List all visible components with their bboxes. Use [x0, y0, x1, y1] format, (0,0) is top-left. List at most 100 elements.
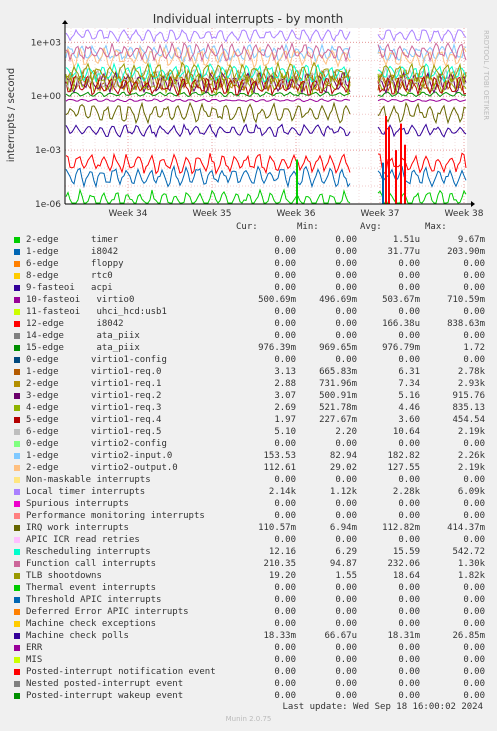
legend-cur-value: 0.00	[274, 667, 296, 677]
legend-row: Nested posted-interrupt event 0.00 0.00 0.0…	[0, 678, 497, 690]
legend-max-value: 2.26k	[457, 451, 485, 461]
legend-label: Rescheduling interrupts	[26, 547, 151, 557]
legend-avg-value: 15.59	[392, 547, 420, 557]
x-tick-label: Week 37	[361, 209, 400, 219]
legend-cur-value: 112.61	[263, 463, 296, 473]
legend-cur-value: 0.00	[274, 259, 296, 269]
legend-avg-value: 503.67m	[382, 295, 420, 305]
legend-min-value: 1.12k	[329, 487, 357, 497]
legend-row: 0-edge virtio2-config 0.00 0.00 0.00 0.00	[0, 438, 497, 450]
legend-avg-value: 18.64	[392, 571, 420, 581]
legend-avg-value: 5.16	[398, 391, 420, 401]
legend-min-value: 6.94m	[329, 523, 357, 533]
legend-swatch	[14, 657, 20, 663]
legend-label: 9-fasteoi acpi	[26, 283, 113, 293]
legend-row: 1-edge virtio1-req.0 3.13 665.83m 6.31 2.78k	[0, 366, 497, 378]
legend-row: Posted-interrupt wakeup event 0.00 0.00 0.0…	[0, 690, 497, 702]
legend-cur-value: 3.07	[274, 391, 296, 401]
legend-swatch	[14, 369, 20, 375]
legend-cur-value: 2.69	[274, 403, 296, 413]
legend-max-value: 414.37m	[447, 523, 485, 533]
legend-cur-value: 0.00	[274, 319, 296, 329]
legend-swatch	[14, 501, 20, 507]
legend-swatch	[14, 321, 20, 327]
legend-row: Spurious interrupts 0.00 0.00 0.00 0.00	[0, 498, 497, 510]
legend-max-value: 0.00	[463, 535, 485, 545]
legend-avg-value: 112.82m	[382, 523, 420, 533]
legend-cur-value: 0.00	[274, 535, 296, 545]
legend-row: TLB shootdowns 19.20 1.55 18.64 1.82k	[0, 570, 497, 582]
legend-label: Machine check polls	[26, 631, 129, 641]
legend-max-value: 0.00	[463, 655, 485, 665]
legend-row: 15-edge ata_piix 976.39m 969.65m 976.79m 1.7…	[0, 342, 497, 354]
legend-cur-value: 0.00	[274, 619, 296, 629]
legend-swatch	[14, 477, 20, 483]
legend-min-value: 0.00	[335, 619, 357, 629]
legend-avg-value: 0.00	[398, 643, 420, 653]
legend-min-value: 29.02	[329, 463, 357, 473]
legend-row: 6-edge virtio1-req.5 5.10 2.20 10.64 2.19k	[0, 426, 497, 438]
legend-row: Deferred Error APIC interrupts 0.00 0.00 0.…	[0, 606, 497, 618]
legend-label: Non-maskable interrupts	[26, 475, 151, 485]
legend-max-value: 0.00	[463, 583, 485, 593]
legend-max-value: 0.00	[463, 691, 485, 701]
header-min: Min:	[297, 222, 319, 232]
legend-avg-value: 0.00	[398, 499, 420, 509]
legend-label: IRQ work interrupts	[26, 523, 129, 533]
legend-label: 6-edge virtio1-req.5	[26, 427, 162, 437]
legend-swatch	[14, 417, 20, 423]
legend-min-value: 0.00	[335, 679, 357, 689]
legend-avg-value: 3.60	[398, 415, 420, 425]
legend-min-value: 0.00	[335, 499, 357, 509]
rrdtool-side-label: RRDTOOL / TOBI OETIKER	[482, 30, 490, 120]
legend-swatch	[14, 237, 20, 243]
legend-label: Function call interrupts	[26, 559, 157, 569]
legend-max-value: 915.76	[452, 391, 485, 401]
legend-label: Performance monitoring interrupts	[26, 511, 205, 521]
legend-cur-value: 2.88	[274, 379, 296, 389]
legend-swatch	[14, 357, 20, 363]
legend-cur-value: 0.00	[274, 439, 296, 449]
legend-min-value: 969.65m	[319, 343, 357, 353]
legend-max-value: 0.00	[463, 667, 485, 677]
legend-row: Performance monitoring interrupts 0.00 0.0…	[0, 510, 497, 522]
legend-row: Machine check polls 18.33m 66.67u 18.31m 26.…	[0, 630, 497, 642]
legend-avg-value: 4.46	[398, 403, 420, 413]
x-tick-label: Week 36	[277, 209, 316, 219]
legend-min-value: 227.67m	[319, 415, 357, 425]
legend-swatch	[14, 309, 20, 315]
legend-min-value: 496.69m	[319, 295, 357, 305]
legend-avg-value: 0.00	[398, 439, 420, 449]
legend-label: Deferred Error APIC interrupts	[26, 607, 189, 617]
legend-swatch	[14, 297, 20, 303]
legend-min-value: 500.91m	[319, 391, 357, 401]
legend-row: 1-edge i8042 0.00 0.00 31.77u 203.90m	[0, 246, 497, 258]
legend-max-value: 1.82k	[457, 571, 485, 581]
header-avg: Avg:	[360, 222, 382, 232]
legend-avg-value: 0.00	[398, 355, 420, 365]
legend-min-value: 665.83m	[319, 367, 357, 377]
legend-min-value: 0.00	[335, 331, 357, 341]
legend-cur-value: 0.00	[274, 355, 296, 365]
legend-swatch	[14, 393, 20, 399]
legend-swatch	[14, 333, 20, 339]
y-tick-label: 1e-03	[35, 146, 61, 156]
legend-cur-value: 0.00	[274, 247, 296, 257]
legend-row: 2-edge virtio1-req.1 2.88 731.96m 7.34 2.93k	[0, 378, 497, 390]
legend-label: Machine check exceptions	[26, 619, 157, 629]
legend-cur-value: 153.53	[263, 451, 296, 461]
legend-cur-value: 0.00	[274, 643, 296, 653]
legend-max-value: 2.19k	[457, 427, 485, 437]
legend-avg-value: 232.06	[387, 559, 420, 569]
header-max: Max:	[425, 222, 447, 232]
legend-max-value: 2.78k	[457, 367, 485, 377]
legend-swatch	[14, 465, 20, 471]
legend-cur-value: 18.33m	[263, 631, 296, 641]
legend-max-value: 0.00	[463, 607, 485, 617]
legend-label: 6-edge floppy	[26, 259, 124, 269]
legend-avg-value: 0.00	[398, 655, 420, 665]
legend-swatch	[14, 549, 20, 555]
legend-avg-value: 0.00	[398, 619, 420, 629]
legend-label: 11-fasteoi uhci_hcd:usb1	[26, 307, 167, 317]
legend-avg-value: 31.77u	[387, 247, 420, 257]
